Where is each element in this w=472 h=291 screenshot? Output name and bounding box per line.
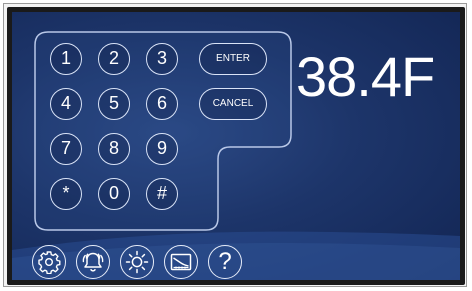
bell-alarm-icon: [82, 252, 104, 272]
touch-screen: 1 2 3 4 5 6 7 8 9 * 0 # ENTER CANCEL 38.…: [12, 12, 460, 280]
key-2[interactable]: 2: [98, 43, 130, 75]
help-button[interactable]: ?: [208, 245, 242, 279]
enter-button[interactable]: ENTER: [199, 43, 267, 75]
key-star[interactable]: *: [50, 178, 82, 210]
brightness-icon: [125, 250, 149, 274]
key-8[interactable]: 8: [98, 133, 130, 165]
key-7[interactable]: 7: [50, 133, 82, 165]
key-5[interactable]: 5: [98, 88, 130, 120]
chart-icon: [170, 253, 192, 271]
chart-button[interactable]: [164, 245, 198, 279]
brightness-button[interactable]: [120, 245, 154, 279]
temperature-readout: 38.4F: [296, 45, 435, 108]
key-1[interactable]: 1: [50, 43, 82, 75]
key-0[interactable]: 0: [98, 178, 130, 210]
key-4[interactable]: 4: [50, 88, 82, 120]
gear-icon: [38, 251, 61, 274]
key-3[interactable]: 3: [146, 43, 178, 75]
help-icon: ?: [218, 248, 232, 275]
cancel-button[interactable]: CANCEL: [199, 88, 267, 120]
key-hash[interactable]: #: [146, 178, 178, 210]
key-6[interactable]: 6: [146, 88, 178, 120]
key-9[interactable]: 9: [146, 133, 178, 165]
alarm-button[interactable]: [76, 245, 110, 279]
settings-button[interactable]: [32, 245, 66, 279]
